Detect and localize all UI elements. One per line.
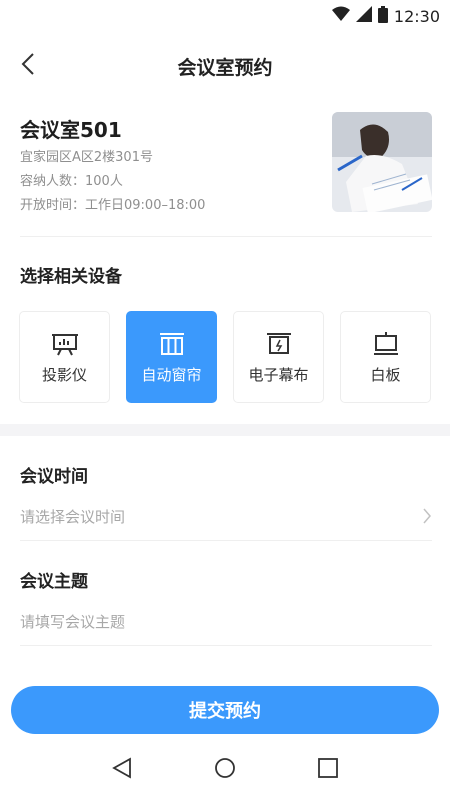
meeting-topic-input[interactable]: 请填写会议主题 (20, 605, 432, 637)
device-option-curtain[interactable]: 自动窗帘 (126, 311, 217, 403)
projector-icon (51, 330, 79, 358)
divider (20, 236, 432, 237)
meeting-time-picker[interactable]: 请选择会议时间 (20, 500, 432, 532)
device-label: 白板 (370, 365, 401, 384)
meeting-time-label: 会议时间 (20, 467, 88, 487)
devices-title: 选择相关设备 (20, 267, 122, 287)
wifi-icon (331, 6, 350, 26)
submit-button[interactable]: 提交预约 (11, 686, 439, 734)
device-option-whiteboard[interactable]: 白板 (340, 311, 431, 403)
nav-bar: 会议室预约 (0, 40, 450, 92)
meeting-topic-placeholder: 请填写会议主题 (20, 612, 126, 631)
screen-icon (265, 330, 293, 358)
divider (20, 540, 432, 541)
device-label: 投影仪 (41, 365, 87, 384)
signal-icon (355, 6, 372, 26)
room-info: 会议室501 宜家园区A区2楼301号 容纳人数：100人 开放时间：工作日09… (20, 108, 432, 234)
chevron-left-icon (21, 52, 35, 80)
system-recents-button[interactable] (314, 756, 342, 784)
circle-home-icon (214, 757, 236, 783)
status-bar: 12:30 (0, 0, 450, 32)
device-option-screen[interactable]: 电子幕布 (233, 311, 324, 403)
room-photo (332, 112, 432, 212)
battery-icon (377, 5, 388, 27)
divider (20, 645, 432, 646)
square-recents-icon (317, 757, 339, 783)
device-label: 电子幕布 (248, 365, 309, 384)
device-option-projector[interactable]: 投影仪 (19, 311, 110, 403)
device-list: 投影仪 自动窗帘 电子幕布 白板 (19, 311, 431, 403)
curtain-icon (158, 330, 186, 358)
whiteboard-icon (372, 330, 400, 358)
triangle-back-icon (111, 757, 133, 783)
page-title: 会议室预约 (177, 56, 273, 79)
device-label: 自动窗帘 (141, 365, 202, 384)
system-nav-bar (0, 745, 450, 795)
section-separator (0, 424, 450, 436)
system-home-button[interactable] (211, 756, 239, 784)
chevron-right-icon (422, 507, 432, 529)
meeting-time-placeholder: 请选择会议时间 (20, 507, 126, 526)
meeting-topic-label: 会议主题 (20, 572, 88, 592)
back-button[interactable] (14, 52, 42, 80)
status-time: 12:30 (393, 6, 440, 26)
system-back-button[interactable] (108, 756, 136, 784)
